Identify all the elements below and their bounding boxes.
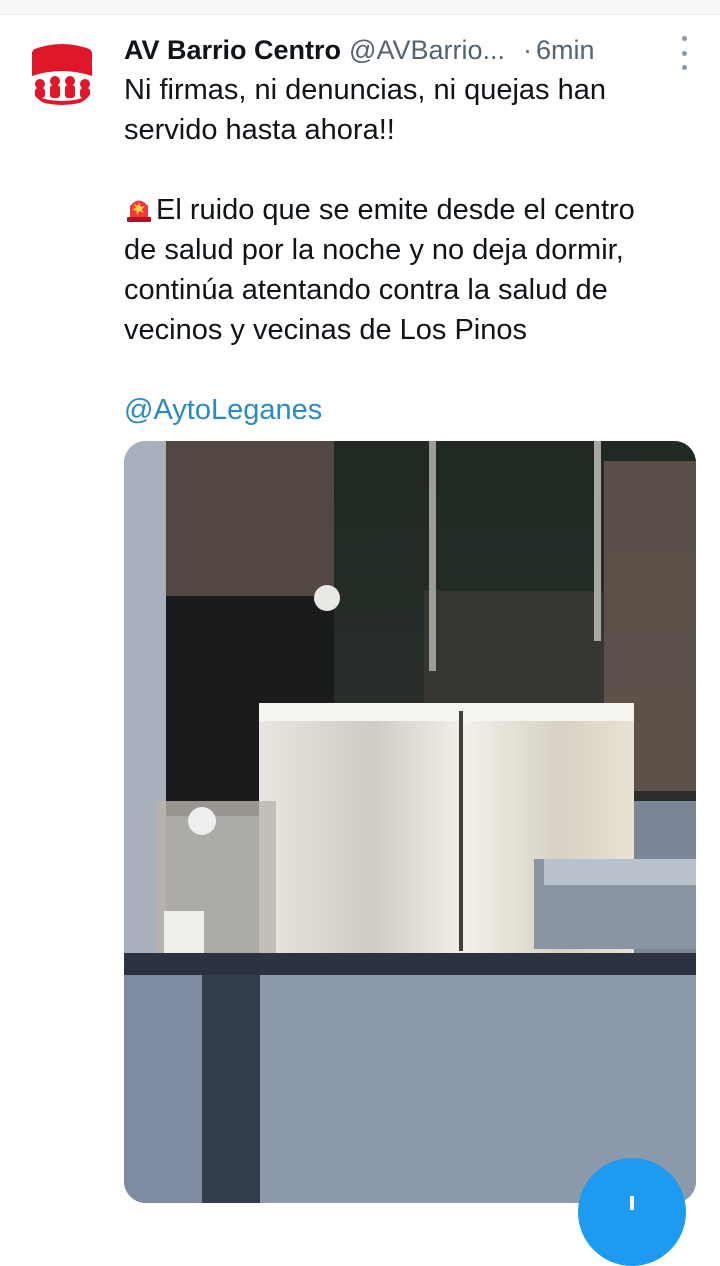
timestamp[interactable]: 6min [536, 35, 595, 66]
mention-link[interactable]: @AytoLeganes [124, 390, 704, 430]
tweet-line: servido hasta ahora!! [124, 114, 395, 146]
tweet-line: de salud por la noche y no deja dormir, [124, 234, 624, 266]
display-name[interactable]: AV Barrio Centro [124, 35, 341, 66]
tweet-line: Ni firmas, ni denuncias, ni quejas han [124, 74, 606, 106]
tweet-line: continúa atentando contra la salud de [124, 274, 608, 306]
tweet-line-text: El ruido que se emite desde el centro [156, 194, 635, 226]
avatar[interactable] [26, 36, 98, 108]
tweet-line: El ruido que se emite desde el centro [124, 190, 704, 230]
user-handle[interactable]: @AVBarrio... [349, 35, 505, 66]
tweet-text: Ni firmas, ni denuncias, ni quejas han s… [124, 70, 704, 430]
more-options-icon[interactable] [674, 36, 694, 70]
compose-plus-icon [630, 1196, 634, 1210]
compose-tweet-button[interactable] [578, 1158, 686, 1266]
siren-icon [127, 200, 151, 222]
tweet-photo[interactable] [124, 441, 696, 1203]
separator-dot: · [522, 34, 532, 65]
red-neighbourhood-logo-icon [30, 44, 94, 105]
top-divider [0, 0, 720, 15]
tweet-line: vecinos y vecinas de Los Pinos [124, 314, 527, 346]
tweet-header: AV Barrio Centro @AVBarrio... · 6min [124, 30, 680, 70]
photo-rooftop-image [124, 441, 696, 1203]
